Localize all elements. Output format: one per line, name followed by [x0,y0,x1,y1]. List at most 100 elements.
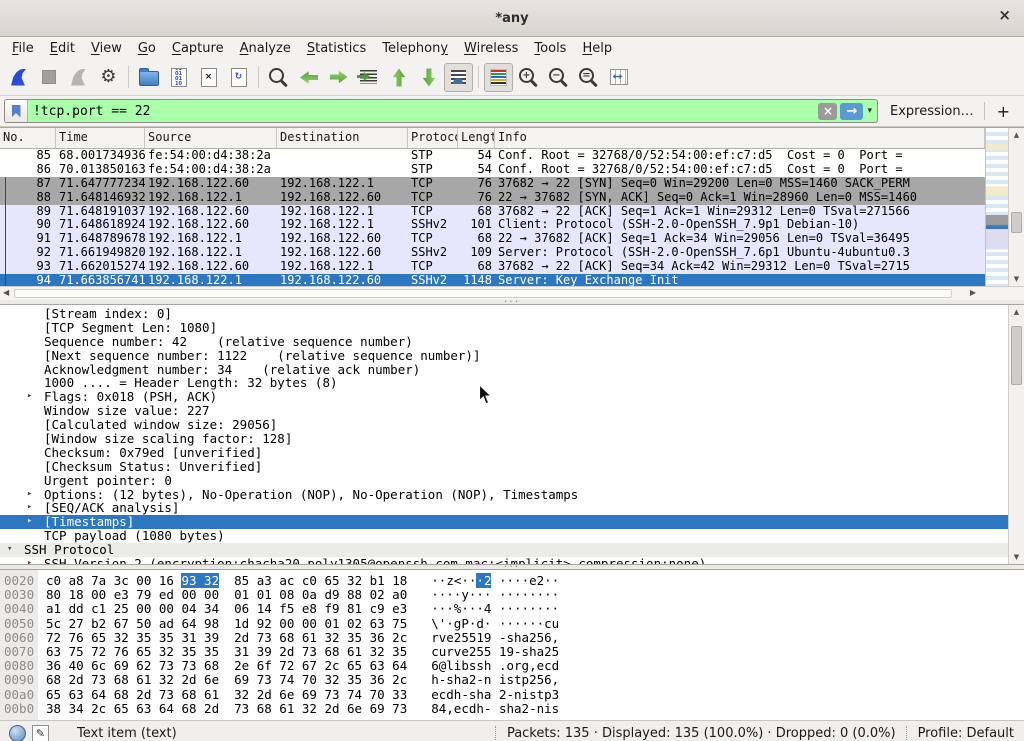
column-header-source[interactable]: Source [145,128,277,148]
scroll-down-icon[interactable]: ▼ [1009,275,1024,283]
packet-row[interactable]: 9471.663856741192.168.122.1192.168.122.6… [0,274,985,286]
go-last-icon[interactable] [414,63,443,92]
hex-line[interactable]: 0020c0 a8 7a 3c 00 16 93 32 85 a3 ac c0 … [0,574,1024,588]
go-first-icon[interactable] [384,63,413,92]
menu-analyze[interactable]: Analyze [232,41,299,56]
scroll-right-icon[interactable]: ▶ [970,288,976,297]
scroll-down-icon[interactable]: ▼ [1009,553,1024,561]
display-filter-input[interactable]: !tcp.port == 22 × → ▾ [4,99,878,123]
restart-capture-icon[interactable] [64,63,93,92]
detail-scrollbar[interactable]: ▲ ▼ [1008,305,1024,564]
stop-capture-icon[interactable] [34,63,63,92]
detail-line[interactable]: Sequence number: 42 (relative sequence n… [0,335,1008,349]
expand-right-icon[interactable]: ▸ [27,501,32,515]
zoom-in-icon[interactable]: + [514,63,543,92]
scroll-up-icon[interactable]: ▲ [1009,308,1024,316]
packet-row[interactable]: 8568.001734936fe:54:00:d4:38:2aSTP54Conf… [0,149,985,163]
menu-help[interactable]: Help [574,41,620,56]
expand-right-icon[interactable]: ▸ [27,557,32,564]
expand-down-icon[interactable]: ▾ [7,543,12,557]
column-header-info[interactable]: Info [495,128,985,148]
filter-dropdown-icon[interactable]: ▾ [866,106,877,116]
filter-clear-icon[interactable]: × [818,103,837,120]
go-forward-icon[interactable] [324,63,353,92]
detail-line[interactable]: [Window size scaling factor: 128] [0,432,1008,446]
zoom-100-icon[interactable]: = [574,63,603,92]
colorize-icon[interactable] [484,63,513,92]
detail-line[interactable]: Checksum: 0x79ed [unverified] [0,446,1008,460]
scroll-up-icon[interactable]: ▲ [1009,131,1024,139]
hex-line[interactable]: 009068 2d 73 68 61 32 2d 6e 69 73 74 70 … [0,673,1024,687]
detail-line[interactable]: 1000 .... = Header Length: 32 bytes (8) [0,376,1008,390]
menu-telephony[interactable]: Telephony [374,41,456,56]
capture-comment-icon[interactable]: ✎ [32,725,49,741]
menu-view[interactable]: View [83,41,130,56]
scroll-thumb[interactable] [1011,212,1022,233]
expand-right-icon[interactable]: ▸ [27,488,32,502]
packet-list-minimap[interactable] [985,128,1008,286]
save-file-icon[interactable]: 0101 0110 [164,63,193,92]
expression-button[interactable]: Expression… [878,104,984,119]
scroll-left-icon[interactable]: ◀ [3,288,9,297]
close-file-icon[interactable]: × [194,63,223,92]
scroll-thumb[interactable] [1011,326,1022,385]
filter-apply-icon[interactable]: → [840,103,863,120]
profile-text[interactable]: Profile: Default [918,726,1024,741]
detail-line[interactable]: ▸[SEQ/ACK analysis] [0,501,1008,515]
packet-row[interactable]: 9271.661949820192.168.122.1192.168.122.6… [0,246,985,260]
menu-wireless[interactable]: Wireless [456,41,526,56]
hex-line[interactable]: 003080 18 00 e3 79 ed 00 00 01 01 08 0a … [0,588,1024,602]
detail-line[interactable]: TCP payload (1080 bytes) [0,529,1008,543]
menu-statistics[interactable]: Statistics [299,41,374,56]
hex-line[interactable]: 0040a1 dd c1 25 00 00 04 34 06 14 f5 e8 … [0,602,1024,616]
expert-info-icon[interactable] [9,725,26,741]
menu-go[interactable]: Go [130,41,164,56]
packet-row[interactable]: 8971.648191037192.168.122.60192.168.122.… [0,205,985,219]
menu-capture[interactable]: Capture [164,41,232,56]
hex-line[interactable]: 00b038 34 2c 65 63 64 68 2d 73 68 61 32 … [0,702,1024,716]
detail-line[interactable]: [Next sequence number: 1122 (relative se… [0,349,1008,363]
detail-line[interactable]: [Stream index: 0] [0,307,1008,321]
go-back-icon[interactable] [294,63,323,92]
column-header-no[interactable]: No. [0,128,56,148]
packet-list-hscrollbar[interactable]: ◀ ▶ [0,286,1024,300]
column-header-time[interactable]: Time [56,128,145,148]
close-icon[interactable]: × [998,8,1011,23]
titlebar[interactable]: *any × [0,0,1024,37]
hex-line[interactable]: 00a065 63 64 68 2d 73 68 61 32 2d 6e 69 … [0,688,1024,702]
expand-right-icon[interactable]: ▸ [27,390,32,404]
hscroll-thumb[interactable] [14,289,952,298]
packet-row[interactable]: 9071.648618924192.168.122.60192.168.122.… [0,218,985,232]
detail-line[interactable]: ▸[Timestamps] [0,515,1008,529]
detail-line[interactable]: [Checksum Status: Unverified] [0,460,1008,474]
menu-edit[interactable]: Edit [42,41,83,56]
packet-row[interactable]: 8871.648146932192.168.122.1192.168.122.6… [0,191,985,205]
filter-bookmark-button[interactable] [5,100,28,122]
reload-file-icon[interactable]: ↻ [224,63,253,92]
open-file-icon[interactable] [134,63,163,92]
detail-line[interactable]: ▸Flags: 0x018 (PSH, ACK) [0,390,1008,404]
detail-line[interactable]: ▸SSH Version 2 (encryption:chacha20-poly… [0,557,1008,564]
resize-columns-icon[interactable] [604,63,633,92]
hex-line[interactable]: 006072 76 65 32 35 35 31 39 2d 73 68 61 … [0,631,1024,645]
menu-tools[interactable]: Tools [526,41,574,56]
menu-file[interactable]: File [4,41,42,56]
hex-line[interactable]: 00505c 27 b2 67 50 ad 64 98 1d 92 00 00 … [0,617,1024,631]
detail-line[interactable]: ▾SSH Protocol [0,543,1008,557]
column-header-protocol[interactable]: Protocol [408,128,458,148]
packet-list-scrollbar[interactable]: ▲ ▼ [1008,128,1024,286]
zoom-out-icon[interactable]: − [544,63,573,92]
packet-row[interactable]: 9171.648789678192.168.122.1192.168.122.6… [0,232,985,246]
column-header-length[interactable]: Length [458,128,495,148]
hex-line[interactable]: 007063 75 72 76 65 32 35 35 31 39 2d 73 … [0,645,1024,659]
packet-row[interactable]: 8771.647777234192.168.122.60192.168.122.… [0,177,985,191]
go-to-packet-icon[interactable] [354,63,383,92]
packet-row[interactable]: 9371.662015274192.168.122.60192.168.122.… [0,260,985,274]
detail-line[interactable]: [Calculated window size: 29056] [0,418,1008,432]
column-header-destination[interactable]: Destination [277,128,408,148]
detail-line[interactable]: ▸Options: (12 bytes), No-Operation (NOP)… [0,488,1008,502]
filter-add-button[interactable]: + [985,102,1018,121]
expand-right-icon[interactable]: ▸ [27,515,32,529]
detail-line[interactable]: Acknowledgment number: 34 (relative ack … [0,363,1008,377]
hex-line[interactable]: 008036 40 6c 69 62 73 73 68 2e 6f 72 67 … [0,659,1024,673]
